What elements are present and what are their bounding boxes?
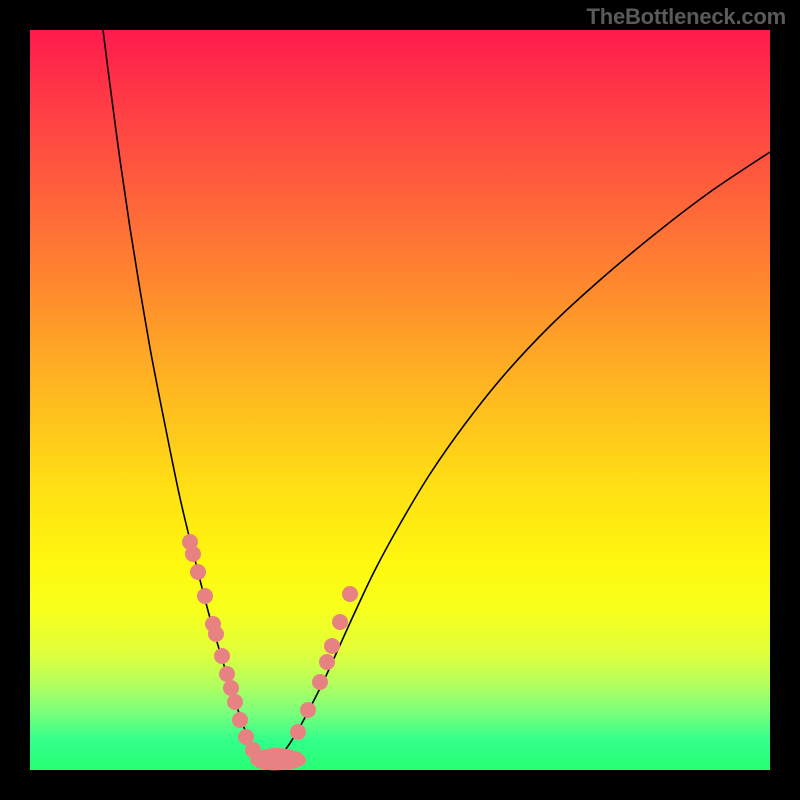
data-point — [223, 680, 239, 696]
data-point — [227, 694, 243, 710]
watermark-label: TheBottleneck.com — [586, 4, 786, 30]
data-point — [312, 674, 328, 690]
data-point — [254, 752, 270, 768]
data-point — [324, 638, 340, 654]
data-point — [232, 712, 248, 728]
data-point — [332, 614, 348, 630]
chart-frame: TheBottleneck.com — [0, 0, 800, 800]
data-point — [208, 626, 224, 642]
curves-svg — [30, 30, 770, 770]
data-point — [319, 654, 335, 670]
right-curve — [270, 152, 770, 763]
data-point — [300, 702, 316, 718]
data-point — [290, 724, 306, 740]
data-point — [219, 666, 235, 682]
data-point — [190, 564, 206, 580]
data-point — [197, 588, 213, 604]
data-point — [342, 586, 358, 602]
left-scatter — [182, 534, 270, 768]
data-point — [214, 648, 230, 664]
right-scatter — [290, 586, 358, 740]
left-curve — [103, 30, 270, 763]
data-point — [185, 546, 201, 562]
plot-area — [30, 30, 770, 770]
